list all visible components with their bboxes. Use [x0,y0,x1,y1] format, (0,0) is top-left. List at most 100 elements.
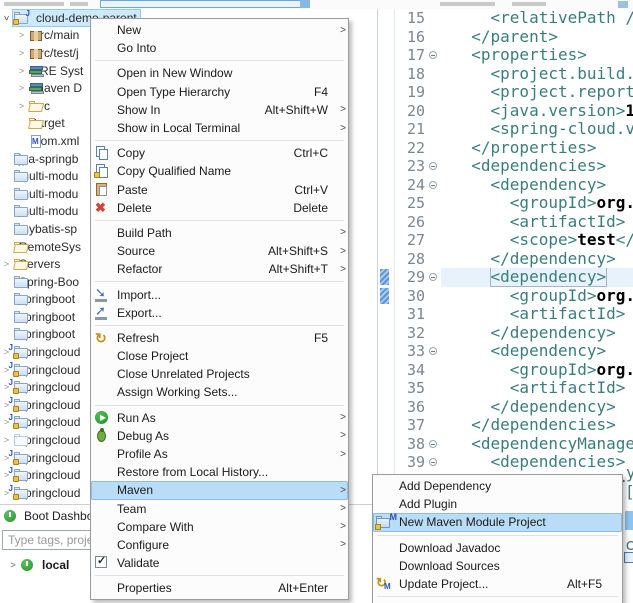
fold-collapse-icon[interactable] [425,157,441,176]
fold-column [425,324,441,343]
fold-collapse-icon[interactable] [425,46,441,65]
chevron-expanded-icon[interactable]: > [2,11,12,24]
menu-item-refactor[interactable]: RefactorAlt+Shift+T> [91,260,348,278]
code-line-24[interactable]: 24 <dependency> [378,176,633,195]
menu-item-open-in-new-window[interactable]: Open in New Window [91,64,348,82]
code-line-20[interactable]: 20 <java.version>1. [378,102,633,121]
menu-item-show-in-local-terminal[interactable]: Show in Local Terminal> [91,119,348,137]
menu-item-add-dependency[interactable]: Add Dependency [373,477,622,495]
code-line-28[interactable]: 28 </dependency> [378,250,633,269]
chevron-collapsed-icon[interactable]: > [15,83,28,93]
code-line-18[interactable]: 18 <project.build.s [378,65,633,84]
menu-item-run-as[interactable]: ▶Run As> [91,409,348,427]
menu-item-refresh[interactable]: ↻RefreshF5 [91,329,348,347]
menu-item-configure[interactable]: Configure> [91,536,348,554]
menu-item-import[interactable]: ➘Import... [91,285,348,303]
chevron-collapsed-icon[interactable]: > [15,48,28,58]
menu-icon-spacer [93,519,117,535]
submenu-arrow-icon: > [334,246,346,257]
menu-item-properties[interactable]: PropertiesAlt+Enter [91,579,348,597]
checkbox-icon: ✓ [93,555,117,571]
menu-item-delete[interactable]: ✖DeleteDelete [91,199,348,217]
menu-item-copy-qualified-name[interactable]: Copy Qualified Name [91,162,348,180]
menu-item-label: Add Plugin [399,497,608,511]
code-text: <dependency> [441,176,633,195]
code-line-35[interactable]: 35 <artifactId> [378,379,633,398]
code-line-21[interactable]: 21 <spring-cloud.ve [378,120,633,139]
menu-item-open-type-hierarchy[interactable]: Open Type HierarchyF4 [91,83,348,101]
chevron-collapsed-icon[interactable]: > [15,66,28,76]
line-number: 21 [395,120,425,139]
annotation-ruler [378,231,395,250]
tree-row-content: JRE Syst [28,64,86,78]
menu-item-update-project[interactable]: ↻MUpdate Project...Alt+F5 [373,575,622,593]
code-line-17[interactable]: 17 <properties> [378,46,633,65]
code-line-34[interactable]: 34 <groupId>org. [378,361,633,380]
fold-collapse-icon[interactable] [425,176,441,195]
menu-icon-spacer [93,446,117,462]
editor-annotation-icon [624,552,633,563]
code-line-39[interactable]: 39 <dependencies> [378,453,633,472]
menu-item-team[interactable]: Team> [91,500,348,518]
code-line-16[interactable]: 16 </parent> [378,28,633,47]
code-line-25[interactable]: 25 <groupId>org. [378,194,633,213]
menu-item-new[interactable]: New> [91,21,348,39]
code-text: <groupId>org. [441,287,633,306]
code-line-27[interactable]: 27 <scope>test</scope> [378,231,633,250]
code-line-33[interactable]: 33 <dependency> [378,342,633,361]
menu-item-add-plugin[interactable]: Add Plugin [373,495,622,513]
menu-item-close-unrelated-projects[interactable]: Close Unrelated Projects [91,365,348,383]
menu-item-assign-working-sets[interactable]: Assign Working Sets... [91,383,348,401]
line-number: 24 [395,176,425,195]
menu-item-label: Maven [117,483,334,497]
code-line-31[interactable]: 31 <artifactId> [378,305,633,324]
chevron-right-icon[interactable]: > [6,560,20,570]
menu-item-restore-from-local-history[interactable]: Restore from Local History... [91,463,348,481]
menu-item-new-maven-module-project[interactable]: MNew Maven Module Project [373,513,622,531]
code-line-29[interactable]: 29 <dependency> [378,268,633,287]
fold-column [425,361,441,380]
menu-item-label: Close Unrelated Projects [117,367,334,381]
fold-collapse-icon[interactable] [425,435,441,454]
code-line-30[interactable]: 30 <groupId>org. [378,287,633,306]
menu-item-validate[interactable]: ✓Validate [91,554,348,572]
code-line-37[interactable]: 37 </dependencies> [378,416,633,435]
code-line-38[interactable]: 38 <dependencyManagement> [378,435,633,454]
chevron-collapsed-icon[interactable]: > [15,101,28,111]
menu-item-profile-as[interactable]: Profile As> [91,445,348,463]
fold-column [425,139,441,158]
code-line-36[interactable]: 36 </dependency> [378,398,633,417]
menu-item-go-into[interactable]: Go Into [91,39,348,57]
code-line-32[interactable]: 32 </dependency> [378,324,633,343]
fold-collapse-icon[interactable] [425,342,441,361]
code-line-23[interactable]: 23 <dependencies> [378,157,633,176]
code-text: </dependency> [441,398,633,417]
menu-item-download-javadoc[interactable]: Download Javadoc [373,539,622,557]
menu-item-source[interactable]: SourceAlt+Shift+S> [91,242,348,260]
menu-item-build-path[interactable]: Build Path> [91,224,348,242]
code-line-15[interactable]: 15 <relativePath /> [378,9,633,28]
menu-item-export[interactable]: ➚Export... [91,304,348,322]
menu-item-show-in[interactable]: Show InAlt+Shift+W> [91,101,348,119]
menu-item-copy[interactable]: CopyCtrl+C [91,144,348,162]
chevron-collapsed-icon[interactable]: > [15,30,28,40]
tree-row-content: Jspringcloud [13,363,83,377]
fold-collapse-icon[interactable] [425,453,441,472]
menu-item-close-project[interactable]: Close Project [91,347,348,365]
menu-item-paste[interactable]: PasteCtrl+V [91,181,348,199]
menu-item-maven[interactable]: Maven> [91,481,348,499]
code-area[interactable]: 15 <relativePath />16 </parent>17 <prope… [378,9,633,490]
code-line-19[interactable]: 19 <project.reporti [378,83,633,102]
code-line-22[interactable]: 22 </properties> [378,139,633,158]
submenu-arrow-icon: > [334,449,346,460]
chevron-collapsed-icon[interactable]: > [0,435,13,445]
filter-box-fragment[interactable] [100,0,305,8]
tree-row-content: Mpom.xml [28,134,82,148]
fold-collapse-icon[interactable] [425,268,441,287]
menu-item-download-sources[interactable]: Download Sources [373,557,622,575]
code-line-26[interactable]: 26 <artifactId> [378,213,633,232]
toolbar-button-fragment[interactable] [300,0,310,8]
menu-item-compare-with[interactable]: Compare With> [91,518,348,536]
chevron-collapsed-icon[interactable]: > [0,259,13,269]
menu-item-debug-as[interactable]: Debug As> [91,427,348,445]
